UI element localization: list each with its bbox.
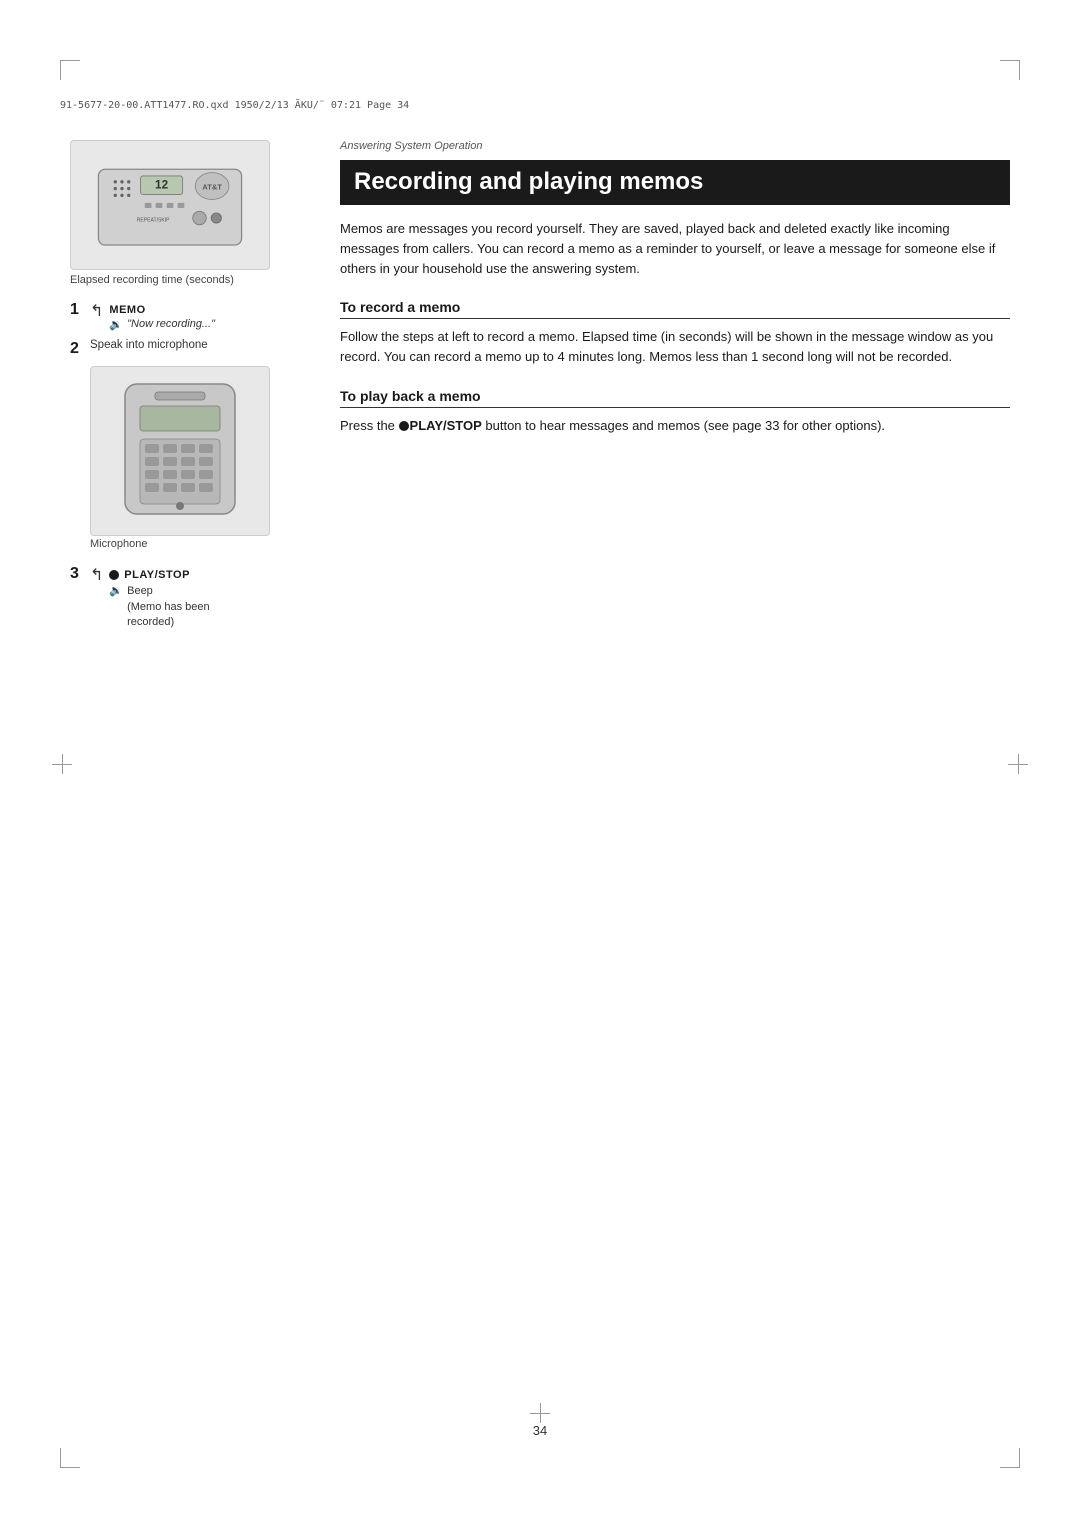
step-1: 1 ↰ MEMO 🔉 "Now recording..." <box>70 300 310 331</box>
corner-mark-br <box>1000 1448 1020 1468</box>
section-label: Answering System Operation <box>340 140 1010 152</box>
page-number: 34 <box>533 1423 547 1438</box>
intro-text: Memos are messages you record yourself. … <box>340 219 1010 279</box>
step-1-speaker-icon: 🔉 <box>109 318 123 331</box>
step-3-speaker-icon: 🔉 <box>109 584 123 597</box>
crosshair-left <box>52 754 72 774</box>
step-1-number: 1 <box>70 300 86 319</box>
step-3-beep: 🔉 Beep(Memo has beenrecorded) <box>109 584 310 630</box>
step-3-icon: ↰ <box>90 565 103 585</box>
subsection-body-playback: Press the PLAY/STOP button to hear messa… <box>340 416 1010 436</box>
header-line: 91-5677-20-00.ATT1477.RO.qxd 1950/2/13 Ã… <box>60 100 1020 111</box>
step-1-memo-icon: ↰ <box>90 301 103 321</box>
svg-text:12: 12 <box>155 179 169 192</box>
step-3-button-label: PLAY/STOP <box>124 569 190 581</box>
step-3-content: PLAY/STOP 🔉 Beep(Memo has beenrecorded) <box>109 564 310 630</box>
step-1-sub: 🔉 "Now recording..." <box>109 318 310 331</box>
microphone-label: Microphone <box>90 538 310 550</box>
step-2-number: 2 <box>70 339 86 358</box>
playback-dot-icon <box>399 421 409 431</box>
step-1-content: MEMO 🔉 "Now recording..." <box>109 300 310 331</box>
play-stop-dot-icon <box>109 570 119 580</box>
corner-mark-tr <box>1000 60 1020 80</box>
corner-mark-tl <box>60 60 80 80</box>
subsection-title-playback: To play back a memo <box>340 388 1010 408</box>
playback-bold: PLAY/STOP <box>410 418 482 433</box>
step-3-number: 3 <box>70 564 86 583</box>
step-2-content: Speak into microphone <box>90 339 310 355</box>
playback-text-end: button to hear messages and memos (see p… <box>482 418 885 433</box>
subsection-body-record: Follow the steps at left to record a mem… <box>340 327 1010 367</box>
svg-text:REPEAT/SKIP: REPEAT/SKIP <box>137 217 170 223</box>
phone-handset-image <box>90 366 270 536</box>
step-1-sub-text: "Now recording..." <box>127 318 215 330</box>
subsection-title-record: To record a memo <box>340 299 1010 319</box>
step-2-desc: Speak into microphone <box>90 339 310 351</box>
header-text: 91-5677-20-00.ATT1477.RO.qxd 1950/2/13 Ã… <box>60 100 409 111</box>
crosshair-right <box>1008 754 1028 774</box>
right-column: Answering System Operation Recording and… <box>340 130 1010 1418</box>
page-content: 12 AT&T REPEAT/SKIP Elapsed recording ti… <box>70 130 1010 1418</box>
left-column: 12 AT&T REPEAT/SKIP Elapsed recording ti… <box>70 130 310 1418</box>
step-3: 3 ↰ PLAY/STOP 🔉 Beep(Memo has beenrecord… <box>70 564 310 630</box>
answering-machine-image: 12 AT&T REPEAT/SKIP <box>70 140 270 270</box>
elapsed-label: Elapsed recording time (seconds) <box>70 274 310 286</box>
step-1-button-label: MEMO <box>109 304 145 316</box>
step-3-beep-text: Beep(Memo has beenrecorded) <box>127 584 210 630</box>
step-2: 2 Speak into microphone <box>70 339 310 358</box>
playback-text-start: Press the <box>340 418 399 433</box>
corner-mark-bl <box>60 1448 80 1468</box>
section-title: Recording and playing memos <box>340 160 1010 205</box>
svg-text:AT&T: AT&T <box>202 182 222 191</box>
